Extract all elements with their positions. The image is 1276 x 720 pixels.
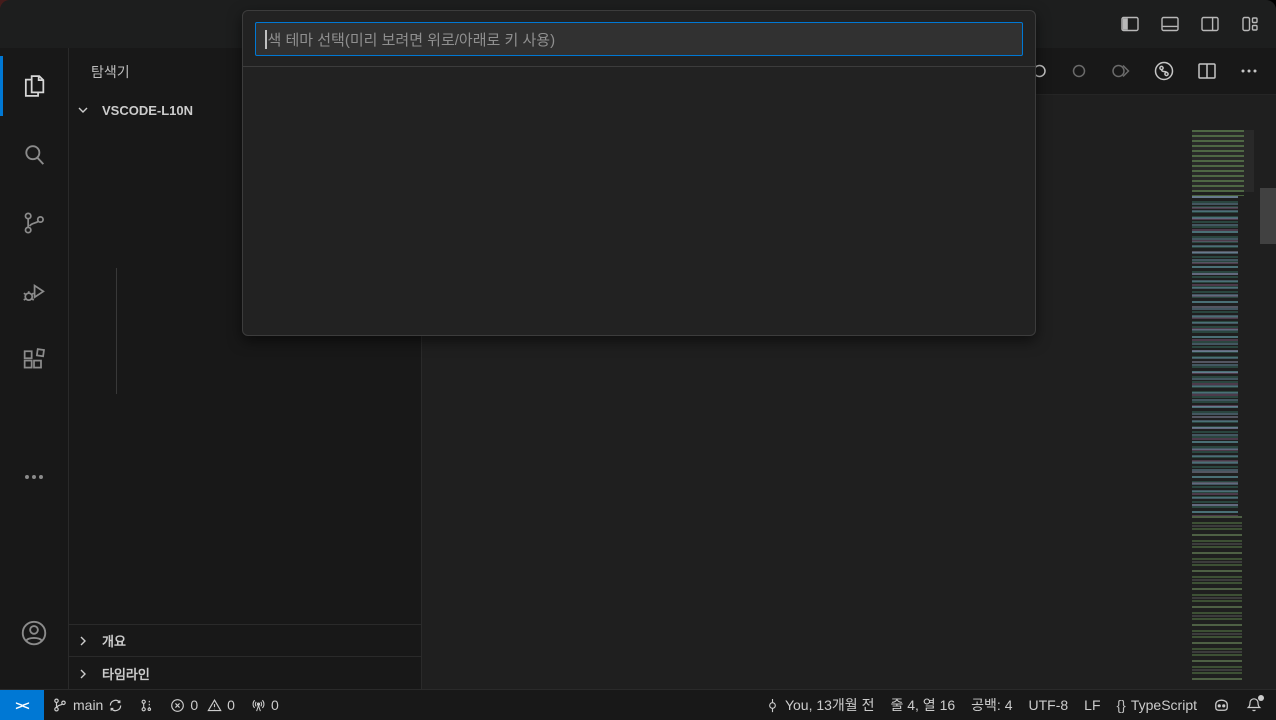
close-window-button[interactable] (14, 18, 28, 32)
toggle-secondary-sidebar-icon[interactable] (1198, 12, 1222, 36)
activity-bar: ⚙ 1 (0, 48, 69, 690)
chevron-down-icon (75, 102, 100, 118)
minimize-window-button[interactable] (40, 18, 54, 32)
split-editor-icon[interactable] (1196, 60, 1218, 82)
search-view-icon[interactable] (0, 131, 68, 179)
status-bar: >< main 0 0 0 You, 13개월 (0, 689, 1276, 720)
copilot-icon (1213, 697, 1230, 714)
braces-icon: {} (1117, 697, 1126, 713)
run-debug-view-icon[interactable] (0, 268, 68, 316)
blame-item[interactable]: You, 13개월 전 (757, 695, 883, 715)
ports-item[interactable]: 0 (243, 697, 287, 713)
minimap-viewport[interactable] (1192, 130, 1254, 192)
timeline-section-header[interactable]: 타임라인 (69, 656, 421, 690)
account-icon[interactable] (0, 609, 68, 657)
language-mode-item[interactable]: {} TypeScript (1109, 697, 1206, 713)
quickpick-input[interactable]: 색 테마 선택(미리 보려면 위로/아래로 키 사용) (255, 22, 1023, 56)
indent-guide (116, 268, 117, 394)
sync-icon (108, 698, 123, 713)
source-control-graph-icon[interactable] (1152, 59, 1176, 83)
more-views-icon[interactable] (0, 453, 68, 501)
chevron-right-icon (75, 633, 100, 649)
copilot-item[interactable] (1205, 697, 1238, 714)
encoding-item[interactable]: UTF-8 (1020, 697, 1076, 713)
customize-layout-icon[interactable] (1238, 12, 1262, 36)
commit-icon (765, 698, 780, 713)
zoom-window-button[interactable] (66, 18, 80, 32)
notifications-item[interactable] (1238, 697, 1270, 713)
problems-item[interactable]: 0 0 (162, 697, 243, 713)
radio-tower-icon (251, 698, 266, 713)
eol-item[interactable]: LF (1076, 697, 1108, 713)
editor-more-actions-icon[interactable] (1238, 60, 1260, 82)
editor-scrollbar[interactable] (1258, 130, 1276, 690)
quickpick-theme-picker: 색 테마 선택(미리 보려면 위로/아래로 키 사용) (242, 10, 1036, 336)
quickpick-placeholder: 색 테마 선택(미리 보려면 위로/아래로 키 사용) (268, 29, 556, 50)
outline-section-header[interactable]: 개요 (69, 624, 421, 656)
remote-indicator[interactable]: >< (0, 690, 44, 720)
warning-icon (207, 698, 222, 713)
macos-traffic-lights (14, 18, 80, 32)
quickpick-list (243, 66, 1035, 67)
error-icon (170, 698, 185, 713)
cursor-position-item[interactable]: 줄 4, 열 16 (882, 695, 963, 715)
go-forward-icon[interactable] (1110, 60, 1132, 82)
git-branch-item[interactable]: main (44, 697, 131, 713)
explorer-view-icon[interactable] (0, 62, 68, 110)
git-graph-item[interactable] (131, 698, 162, 713)
extensions-view-icon[interactable] (0, 336, 68, 384)
text-caret (265, 30, 267, 49)
vscode-window: ⚙ 1 탐색기 VSCODE-L10N 개요 (0, 0, 1276, 720)
source-control-view-icon[interactable] (0, 199, 68, 247)
chevron-right-icon (75, 666, 100, 682)
toggle-panel-icon[interactable] (1158, 12, 1182, 36)
notification-dot (1258, 695, 1264, 701)
indentation-item[interactable]: 공백: 4 (963, 695, 1020, 715)
toggle-primary-sidebar-icon[interactable] (1118, 12, 1142, 36)
scrollbar-slider[interactable] (1260, 188, 1276, 244)
minimap[interactable] (1192, 130, 1254, 690)
nav-location-icon[interactable] (1068, 60, 1090, 82)
